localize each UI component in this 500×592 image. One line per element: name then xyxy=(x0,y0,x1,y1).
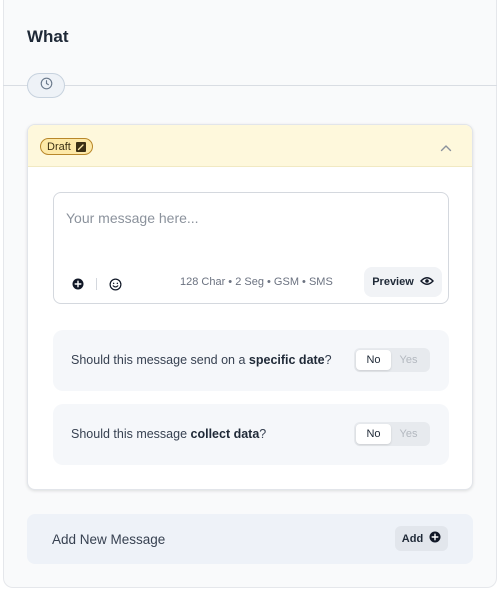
toolbar-divider xyxy=(96,278,97,290)
question-specific-date: Should this message send on a specific d… xyxy=(53,330,449,391)
clock-icon xyxy=(40,77,53,95)
section-divider xyxy=(3,85,497,86)
question-prefix: Should this message xyxy=(71,427,191,441)
toggle-option-no[interactable]: No xyxy=(356,424,391,444)
toggle-option-no[interactable]: No xyxy=(356,350,391,370)
add-button-label: Add xyxy=(401,532,424,545)
edit-icon xyxy=(75,141,86,152)
message-card-header[interactable]: Draft xyxy=(28,125,472,167)
composer-toolbar xyxy=(66,275,127,293)
section-title: What xyxy=(27,27,69,46)
message-card: Draft Your message here... 128 Char • 2 … xyxy=(27,124,473,490)
question-emphasis: collect data xyxy=(190,427,260,441)
toggle-option-yes[interactable]: Yes xyxy=(391,424,426,444)
question-collect-data: Should this message collect data? No Yes xyxy=(53,404,449,465)
specific-date-toggle: No Yes xyxy=(354,348,430,372)
question-text: Should this message send on a specific d… xyxy=(71,353,332,367)
schedule-button[interactable] xyxy=(27,73,65,98)
question-emphasis: specific date xyxy=(248,353,325,367)
preview-button[interactable]: Preview xyxy=(364,267,442,297)
emoji-icon[interactable] xyxy=(103,275,127,293)
toggle-option-yes[interactable]: Yes xyxy=(391,350,426,370)
add-message-panel: Add New Message Add xyxy=(27,514,473,564)
status-badge: Draft xyxy=(40,138,93,155)
message-composer: 128 Char • 2 Seg • GSM • SMS Preview xyxy=(53,192,449,304)
add-circle-icon[interactable] xyxy=(66,275,90,293)
message-meta: 128 Char • 2 Seg • GSM • SMS xyxy=(180,276,333,288)
add-message-button[interactable]: Add xyxy=(395,526,448,551)
question-prefix: Should this message send on a xyxy=(71,353,249,367)
message-input[interactable] xyxy=(66,207,436,229)
question-suffix: ? xyxy=(324,353,332,367)
eye-icon xyxy=(419,276,434,289)
add-message-label: Add New Message xyxy=(52,532,166,547)
collect-data-toggle: No Yes xyxy=(354,422,430,446)
question-text: Should this message collect data? xyxy=(71,427,266,441)
add-circle-icon xyxy=(429,531,441,546)
status-badge-label: Draft xyxy=(47,140,71,153)
question-suffix: ? xyxy=(259,427,267,441)
chevron-up-icon[interactable] xyxy=(440,139,452,157)
preview-label: Preview xyxy=(372,276,414,288)
